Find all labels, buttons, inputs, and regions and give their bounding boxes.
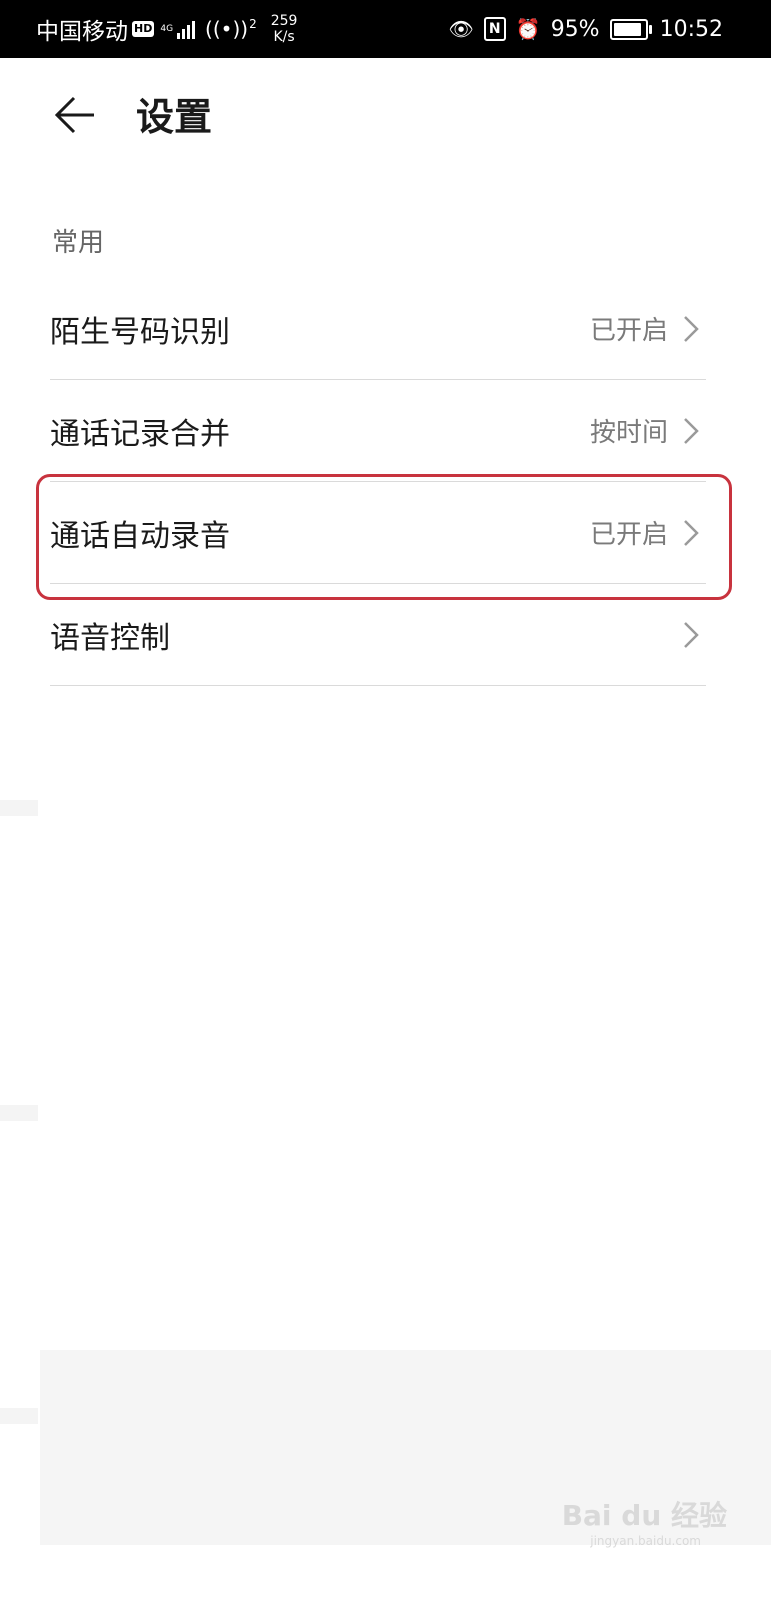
chevron-right-icon bbox=[684, 417, 699, 444]
clock: 10:52 bbox=[659, 16, 723, 42]
baidu-watermark: Bai du 经验 bbox=[561, 1499, 727, 1532]
signal-icon bbox=[175, 19, 196, 39]
network-speed: 259 K/s bbox=[270, 13, 298, 45]
chevron-right-icon bbox=[684, 621, 699, 648]
setting-row-call-log-merge[interactable]: 通话记录合并 按时间 bbox=[50, 380, 706, 482]
section-label: 常用 bbox=[52, 228, 105, 258]
edge-mark bbox=[0, 1408, 38, 1424]
chevron-right-icon bbox=[684, 315, 699, 342]
back-arrow-icon bbox=[54, 96, 94, 134]
setting-label: 通话记录合并 bbox=[50, 416, 230, 452]
setting-value: 已开启 bbox=[589, 316, 668, 346]
edge-mark bbox=[0, 1105, 38, 1121]
setting-row-unknown-number-id[interactable]: 陌生号码识别 已开启 bbox=[50, 278, 706, 380]
eye-icon: 👁 bbox=[448, 17, 474, 41]
setting-value: 按时间 bbox=[589, 418, 668, 448]
hd-badge: HD bbox=[132, 21, 155, 37]
battery-icon bbox=[609, 18, 652, 40]
highlight-annotation bbox=[36, 474, 732, 600]
status-bar: 中国移动 HD 4G ((•))2 259 K/s 👁 N ⏰ 95% 10:5… bbox=[0, 0, 771, 58]
hotspot-icon: ((•))2 bbox=[205, 17, 257, 41]
back-button[interactable] bbox=[50, 90, 100, 140]
alarm-icon: ⏰ bbox=[515, 17, 541, 41]
watermark-url: jingyan.baidu.com bbox=[590, 1534, 701, 1548]
page-title: 设置 bbox=[136, 95, 213, 139]
edge-mark bbox=[0, 800, 38, 816]
carrier-name: 中国移动 bbox=[36, 19, 128, 45]
hotspot-count: 2 bbox=[249, 17, 257, 32]
network-type: 4G bbox=[160, 23, 174, 34]
setting-label: 语音控制 bbox=[50, 620, 170, 656]
battery-percent: 95% bbox=[550, 16, 600, 42]
setting-label: 陌生号码识别 bbox=[50, 314, 230, 350]
nfc-icon: N bbox=[483, 17, 506, 41]
